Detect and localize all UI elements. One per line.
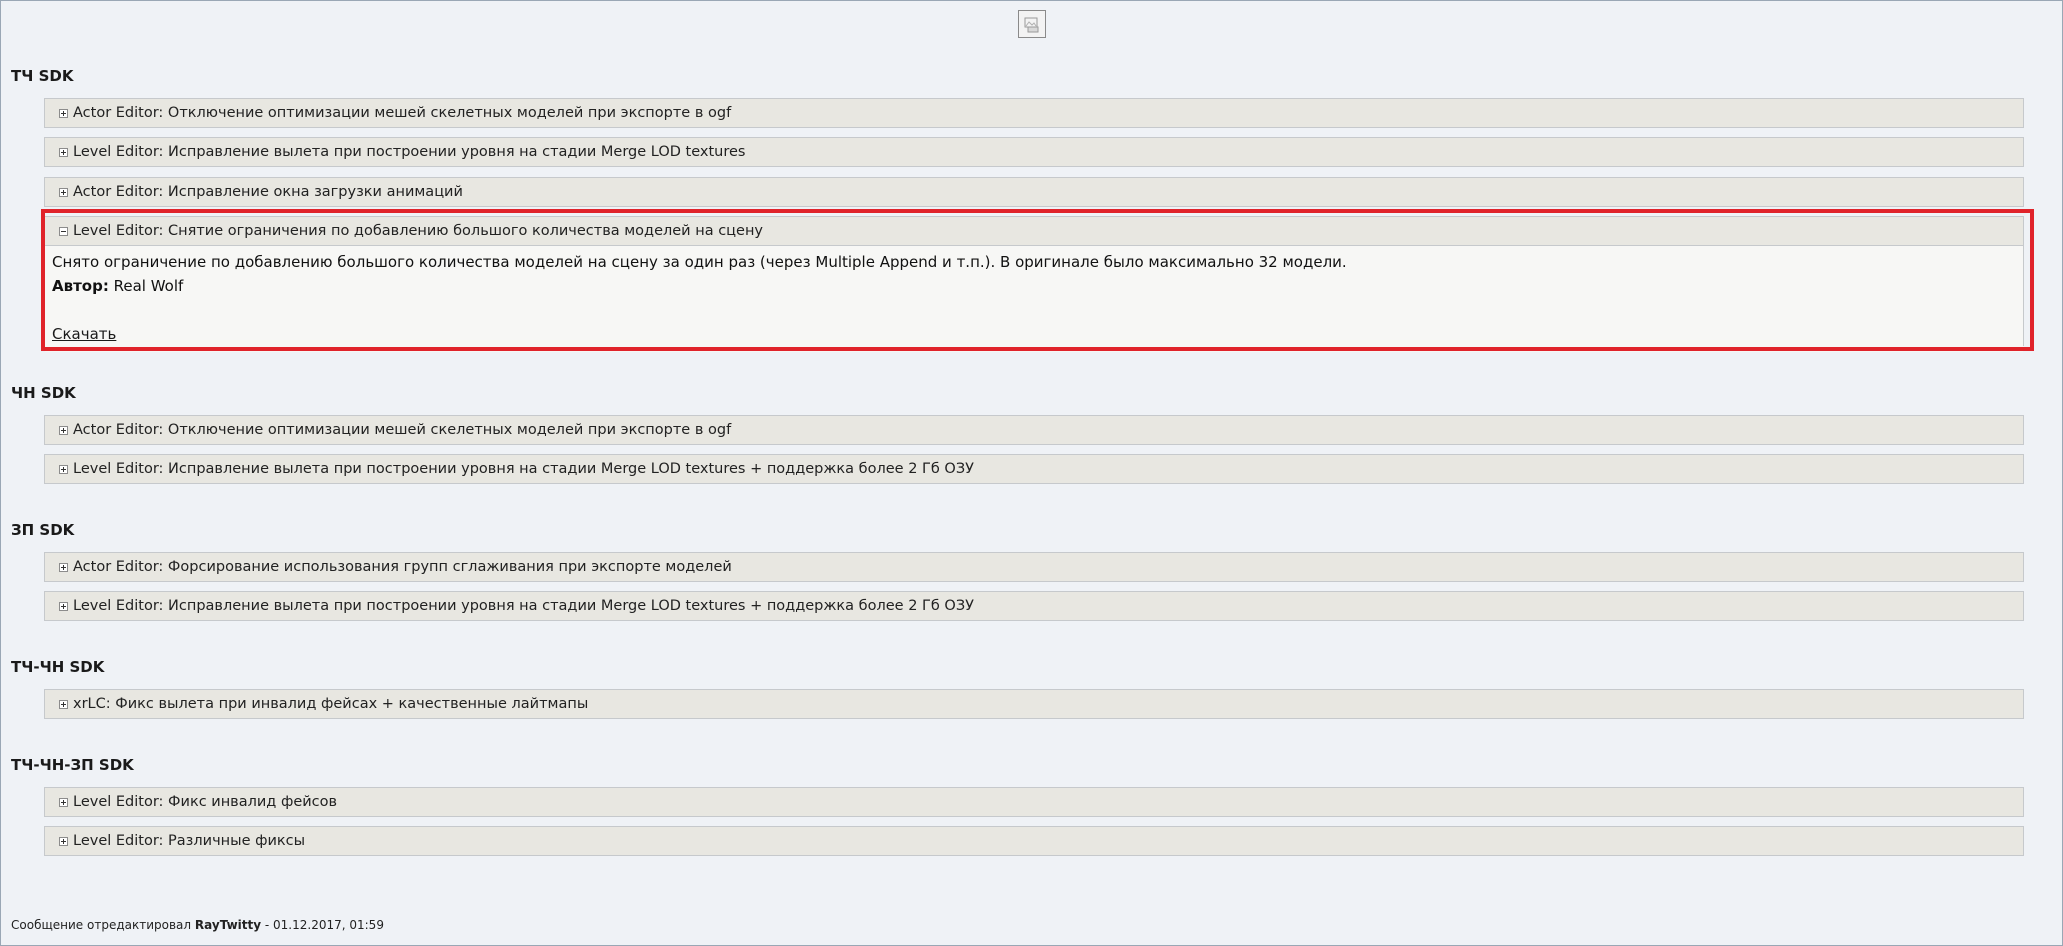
spoiler[interactable]: Level Editor: Исправление вылета при пос… xyxy=(44,137,2024,167)
spoiler-title: Level Editor: Исправление вылета при пос… xyxy=(73,598,974,614)
spoiler[interactable]: Actor Editor: Отключение оптимизации меш… xyxy=(44,98,2024,128)
spoiler[interactable]: xrLC: Фикс вылета при инвалид фейсах + к… xyxy=(44,689,2024,719)
download-link[interactable]: Скачать xyxy=(52,325,116,343)
spoiler[interactable]: Level Editor: Исправление вылета при пос… xyxy=(44,454,2024,484)
section-title-chn: ЧН SDK xyxy=(11,384,76,402)
spoiler-header[interactable]: xrLC: Фикс вылета при инвалид фейсах + к… xyxy=(45,690,2023,718)
spoiler-header[interactable]: Level Editor: Различные фиксы xyxy=(45,827,2023,855)
spoiler[interactable]: Level Editor: Фикс инвалид фейсов xyxy=(44,787,2024,817)
plus-box-icon[interactable] xyxy=(59,836,68,846)
plus-box-icon[interactable] xyxy=(59,187,68,197)
plus-box-icon[interactable] xyxy=(59,108,68,118)
post-content: ТЧ SDK Actor Editor: Отключение оптимиза… xyxy=(0,0,2063,946)
edit-note-date: - 01.12.2017, 01:59 xyxy=(264,918,384,932)
spoiler-body: Снято ограничение по добавлению большого… xyxy=(45,245,2023,352)
spoiler[interactable]: Level Editor: Различные фиксы xyxy=(44,826,2024,856)
section-title-tch: ТЧ SDK xyxy=(11,67,74,85)
spoiler-header[interactable]: Level Editor: Фикс инвалид фейсов xyxy=(45,788,2023,816)
spoiler-header[interactable]: Level Editor: Исправление вылета при пос… xyxy=(45,138,2023,166)
spoiler-title: Actor Editor: Форсирование использования… xyxy=(73,559,732,575)
spoiler-header[interactable]: Level Editor: Снятие ограничения по доба… xyxy=(45,217,2023,245)
plus-box-icon[interactable] xyxy=(59,147,68,157)
spoiler-header[interactable]: Actor Editor: Отключение оптимизации меш… xyxy=(45,416,2023,444)
spoiler-title: Level Editor: Различные фиксы xyxy=(73,833,306,849)
spoiler-title: Level Editor: Фикс инвалид фейсов xyxy=(73,794,338,810)
author-label: Автор: xyxy=(52,277,109,295)
section-title-zp: ЗП SDK xyxy=(11,521,75,539)
spoiler-title: Actor Editor: Исправление окна загрузки … xyxy=(73,184,463,200)
section-title-tch-chn-zp: ТЧ-ЧН-ЗП SDK xyxy=(11,756,134,774)
edit-note: Сообщение отредактировал RayTwitty - 01.… xyxy=(11,918,384,932)
edit-note-prefix: Сообщение отредактировал xyxy=(11,918,192,932)
spoiler-title: Actor Editor: Отключение оптимизации меш… xyxy=(73,422,732,438)
spoiler[interactable]: Actor Editor: Исправление окна загрузки … xyxy=(44,177,2024,207)
plus-box-icon[interactable] xyxy=(59,464,68,474)
author-name: Real Wolf xyxy=(113,277,184,295)
plus-box-icon[interactable] xyxy=(59,562,68,572)
section-title-tch-chn: ТЧ-ЧН SDK xyxy=(11,658,105,676)
spoiler-expanded[interactable]: Level Editor: Снятие ограничения по доба… xyxy=(44,216,2024,352)
spoiler-title: Level Editor: Исправление вылета при пос… xyxy=(73,461,974,477)
spoiler[interactable]: Actor Editor: Отключение оптимизации меш… xyxy=(44,415,2024,445)
spoiler-header[interactable]: Actor Editor: Форсирование использования… xyxy=(45,553,2023,581)
spoiler-title: Level Editor: Исправление вылета при пос… xyxy=(73,144,746,160)
spoiler-title: Actor Editor: Отключение оптимизации меш… xyxy=(73,105,732,121)
spoiler-title: xrLC: Фикс вылета при инвалид фейсах + к… xyxy=(73,696,589,712)
spoiler-header[interactable]: Actor Editor: Отключение оптимизации меш… xyxy=(45,99,2023,127)
spoiler[interactable]: Actor Editor: Форсирование использования… xyxy=(44,552,2024,582)
edit-note-user[interactable]: RayTwitty xyxy=(195,918,261,932)
plus-box-icon[interactable] xyxy=(59,601,68,611)
spoiler-text: Снято ограничение по добавлению большого… xyxy=(52,253,1347,271)
spoiler-header[interactable]: Actor Editor: Исправление окна загрузки … xyxy=(45,178,2023,206)
broken-image-icon xyxy=(1018,10,1046,38)
spoiler-header[interactable]: Level Editor: Исправление вылета при пос… xyxy=(45,455,2023,483)
spoiler[interactable]: Level Editor: Исправление вылета при пос… xyxy=(44,591,2024,621)
minus-box-icon[interactable] xyxy=(59,226,68,236)
plus-box-icon[interactable] xyxy=(59,699,68,709)
plus-box-icon[interactable] xyxy=(59,797,68,807)
spoiler-title: Level Editor: Снятие ограничения по доба… xyxy=(73,223,764,239)
spoiler-header[interactable]: Level Editor: Исправление вылета при пос… xyxy=(45,592,2023,620)
plus-box-icon[interactable] xyxy=(59,425,68,435)
author-line: Автор: Real Wolf xyxy=(52,274,2016,298)
